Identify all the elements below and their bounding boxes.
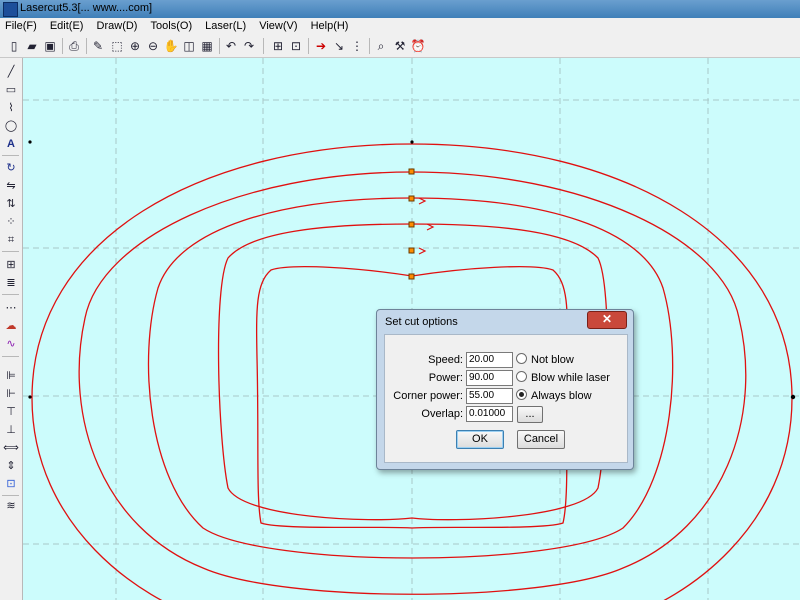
layers-icon[interactable]: ≋ bbox=[3, 498, 19, 514]
direction-arrows bbox=[418, 197, 435, 255]
overlap-label: Overlap: bbox=[421, 408, 463, 420]
distribute-h-icon[interactable]: ⟺ bbox=[3, 440, 19, 456]
polyline-tool-icon[interactable]: ⌇ bbox=[3, 100, 19, 116]
dialog-title: Set cut options bbox=[385, 316, 458, 328]
radio-not-blow[interactable]: Not blow bbox=[516, 353, 574, 366]
close-button[interactable]: ✕ bbox=[587, 311, 627, 329]
zoom-in-icon[interactable]: ⊕ bbox=[127, 38, 143, 54]
set-cut-options-dialog: Set cut options ✕ Speed: Power: Corner p… bbox=[376, 309, 634, 470]
toolbar-separator bbox=[263, 38, 264, 54]
toolbar-separator bbox=[86, 38, 87, 54]
corner-power-label: Corner power: bbox=[393, 390, 463, 402]
crop-icon[interactable]: ⌗ bbox=[3, 232, 19, 248]
mirror-horizontal-icon[interactable]: ⇋ bbox=[3, 178, 19, 194]
menu-edit[interactable]: Edit(E) bbox=[45, 18, 89, 35]
start-point-icon[interactable]: ➔ bbox=[313, 38, 329, 54]
drawing-toolbar: ╱ ▭ ⌇ ◯ A ↻ ⇋ ⇅ ⁘ ⌗ ⊞ ≣ ⋯ ☁ ∿ ⊫ ⊩ ⊤ ⊥ ⟺ … bbox=[0, 58, 23, 600]
speed-label: Speed: bbox=[428, 354, 463, 366]
toolbar-separator bbox=[2, 251, 19, 252]
radio-not-blow-indicator[interactable] bbox=[516, 353, 527, 364]
cancel-button[interactable]: Cancel bbox=[517, 430, 565, 449]
align-left-icon[interactable]: ⊫ bbox=[3, 368, 19, 384]
array-icon[interactable]: ⋮ bbox=[349, 38, 365, 54]
hatch-fill-icon[interactable]: ≣ bbox=[3, 275, 19, 291]
toolbar-separator bbox=[308, 38, 309, 54]
speed-field[interactable] bbox=[466, 352, 513, 368]
mirror-vertical-icon[interactable]: ⇅ bbox=[3, 196, 19, 212]
radio-always-blow-indicator[interactable] bbox=[516, 389, 527, 400]
power-field[interactable] bbox=[466, 370, 513, 386]
menu-tools[interactable]: Tools(O) bbox=[146, 18, 198, 35]
menu-bar: File(F) Edit(E) Draw(D) Tools(O) Laser(L… bbox=[0, 18, 800, 35]
align-top-icon[interactable]: ⊤ bbox=[3, 404, 19, 420]
menu-view[interactable]: View(V) bbox=[254, 18, 302, 35]
menu-draw[interactable]: Draw(D) bbox=[92, 18, 143, 35]
laser-output-icon[interactable]: ⚒ bbox=[392, 38, 408, 54]
pen-icon[interactable]: ✎ bbox=[90, 38, 106, 54]
corner-power-field[interactable] bbox=[466, 388, 513, 404]
window-title: Lasercut5.3[... www....com] bbox=[20, 2, 153, 14]
smooth-curve-icon[interactable]: ∿ bbox=[3, 336, 19, 352]
radio-blow-while-laser-label: Blow while laser bbox=[531, 372, 610, 384]
toolbar-separator bbox=[2, 294, 19, 295]
dotted-hatch-icon[interactable]: ⋯ bbox=[3, 300, 19, 316]
save-icon[interactable]: ▣ bbox=[42, 38, 58, 54]
dialog-body: Speed: Power: Corner power: Overlap: Not… bbox=[384, 334, 628, 463]
toolbar-separator bbox=[2, 356, 19, 357]
overlap-field[interactable] bbox=[466, 406, 513, 422]
pan-hand-icon[interactable]: ✋ bbox=[163, 38, 179, 54]
rotate-icon[interactable]: ↻ bbox=[3, 160, 19, 176]
redo-icon[interactable]: ↷ bbox=[241, 38, 257, 54]
ellipse-tool-icon[interactable]: ◯ bbox=[3, 118, 19, 134]
radio-always-blow-label: Always blow bbox=[531, 390, 592, 402]
preview-icon[interactable]: ⌕ bbox=[373, 38, 389, 54]
alarm-clock-icon[interactable]: ⏰ bbox=[410, 38, 426, 54]
browse-button[interactable]: ... bbox=[517, 406, 543, 423]
zoom-fit-icon[interactable]: ◫ bbox=[181, 38, 197, 54]
offset-icon[interactable]: ☁ bbox=[3, 318, 19, 334]
print-icon[interactable]: ⎙ bbox=[66, 38, 82, 54]
center-icon[interactable]: ⊡ bbox=[3, 476, 19, 492]
toolbar-separator bbox=[2, 155, 19, 156]
toolbar-separator bbox=[62, 38, 63, 54]
ok-button[interactable]: OK bbox=[456, 430, 504, 449]
rectangle-tool-icon[interactable]: ▭ bbox=[3, 82, 19, 98]
text-tool-icon[interactable]: A bbox=[3, 136, 19, 152]
node-edit-icon[interactable]: ⁘ bbox=[3, 214, 19, 230]
app-icon bbox=[3, 2, 18, 17]
ungroup-icon[interactable]: ⊡ bbox=[288, 38, 304, 54]
radio-blow-while-laser[interactable]: Blow while laser bbox=[516, 371, 610, 384]
select-icon[interactable]: ⬚ bbox=[109, 38, 125, 54]
radio-blow-while-laser-indicator[interactable] bbox=[516, 371, 527, 382]
group-icon[interactable]: ⊞ bbox=[270, 38, 286, 54]
power-label: Power: bbox=[428, 372, 463, 384]
line-tool-icon[interactable]: ╱ bbox=[3, 64, 19, 80]
direction-icon[interactable]: ↘ bbox=[331, 38, 347, 54]
align-right-icon[interactable]: ⊩ bbox=[3, 386, 19, 402]
main-toolbar: ▯ ▰ ▣ ⎙ ✎ ⬚ ⊕ ⊖ ✋ ◫ ▦ ↶ ↷ ⊞ ⊡ ➔ ↘ ⋮ ⌕ ⚒ … bbox=[0, 35, 800, 58]
title-bar: Lasercut5.3[... www....com] bbox=[0, 0, 800, 18]
new-file-icon[interactable]: ▯ bbox=[6, 38, 22, 54]
zoom-page-icon[interactable]: ▦ bbox=[199, 38, 215, 54]
zoom-out-icon[interactable]: ⊖ bbox=[145, 38, 161, 54]
radio-not-blow-label: Not blow bbox=[531, 354, 574, 366]
undo-icon[interactable]: ↶ bbox=[223, 38, 239, 54]
menu-file[interactable]: File(F) bbox=[0, 18, 42, 35]
open-folder-icon[interactable]: ▰ bbox=[24, 38, 40, 54]
toolbar-separator bbox=[2, 495, 19, 496]
menu-help[interactable]: Help(H) bbox=[306, 18, 354, 35]
distribute-v-icon[interactable]: ⇕ bbox=[3, 458, 19, 474]
menu-laser[interactable]: Laser(L) bbox=[200, 18, 251, 35]
toolbar-separator bbox=[219, 38, 220, 54]
radio-always-blow[interactable]: Always blow bbox=[516, 389, 592, 402]
grid-array-icon[interactable]: ⊞ bbox=[3, 257, 19, 273]
toolbar-separator bbox=[369, 38, 370, 54]
align-bottom-icon[interactable]: ⊥ bbox=[3, 422, 19, 438]
